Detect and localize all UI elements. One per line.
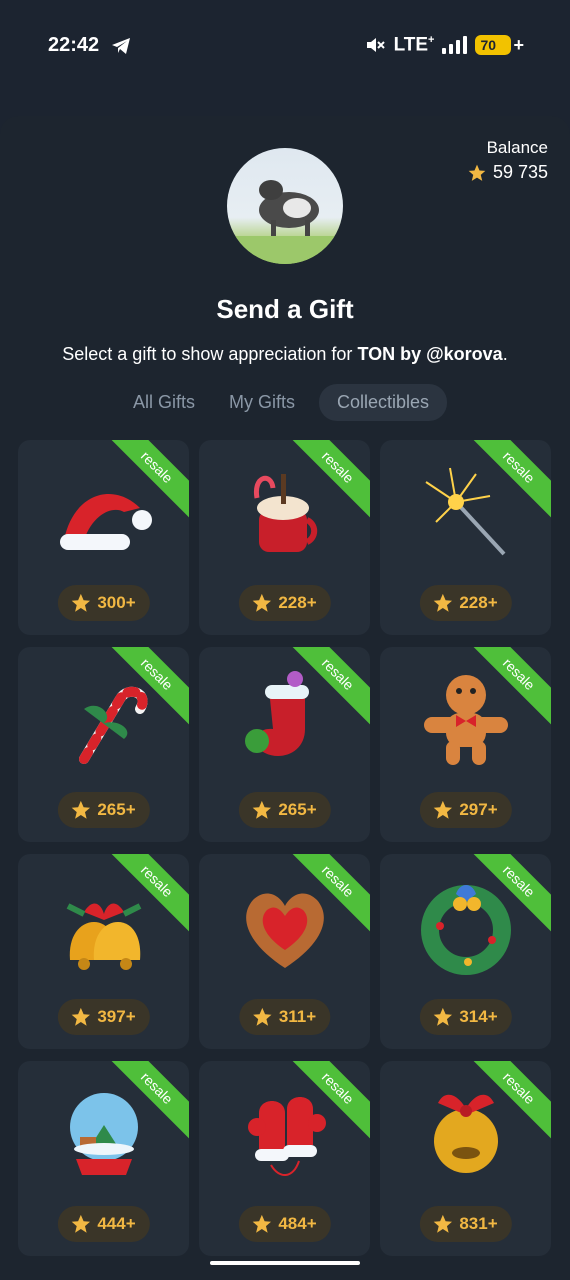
price-button[interactable]: 265+ bbox=[57, 792, 150, 828]
price-button[interactable]: 228+ bbox=[238, 585, 331, 621]
gift-card[interactable]: resale 297+ bbox=[380, 647, 551, 842]
sparkler-icon bbox=[425, 467, 506, 556]
balance-label: Balance bbox=[486, 138, 548, 157]
price-button[interactable]: 311+ bbox=[238, 999, 331, 1035]
gingerbread-man-icon bbox=[424, 675, 508, 765]
gift-card[interactable]: resale 444+ bbox=[18, 1061, 189, 1256]
star-icon bbox=[252, 1214, 271, 1233]
santa-hat-icon bbox=[60, 494, 152, 550]
network-type: LTE+ bbox=[393, 34, 435, 56]
hot-cocoa-icon bbox=[253, 474, 318, 552]
tab-collectibles[interactable]: Collectibles bbox=[318, 384, 448, 421]
battery-icon: 70 + bbox=[475, 35, 524, 56]
heart-cookie-icon bbox=[246, 893, 324, 968]
star-icon bbox=[468, 164, 486, 181]
price-value: 484+ bbox=[278, 1214, 317, 1233]
golden-bell-icon bbox=[434, 1094, 498, 1173]
telegram-icon bbox=[112, 38, 130, 54]
star-icon bbox=[252, 800, 271, 819]
subtitle: Select a gift to show appreciation for T… bbox=[62, 344, 508, 364]
price-button[interactable]: 297+ bbox=[419, 792, 512, 828]
signal-icon bbox=[442, 36, 468, 55]
star-icon bbox=[252, 593, 271, 612]
price-value: 297+ bbox=[459, 800, 498, 819]
recipient-name: TON by @korova bbox=[357, 344, 503, 364]
cow-avatar-image bbox=[227, 180, 343, 264]
gift-sheet: Balance 59 735 Send a Gift Select a gift… bbox=[0, 116, 570, 1280]
price-button[interactable]: 484+ bbox=[238, 1206, 331, 1242]
star-icon bbox=[433, 800, 452, 819]
page-title: Send a Gift bbox=[216, 294, 354, 324]
star-icon bbox=[433, 1007, 452, 1026]
gift-card[interactable]: resale 831+ bbox=[380, 1061, 551, 1256]
gift-card[interactable]: resale 228+ bbox=[380, 440, 551, 635]
star-icon bbox=[71, 800, 90, 819]
price-value: 311+ bbox=[278, 1007, 317, 1026]
gift-tabs: All Gifts My Gifts Collectibles bbox=[0, 384, 570, 421]
star-icon bbox=[71, 1214, 90, 1233]
price-value: 228+ bbox=[459, 593, 498, 612]
price-value: 831+ bbox=[459, 1214, 498, 1233]
gift-card[interactable]: resale 484+ bbox=[199, 1061, 370, 1256]
balance-value: 59 735 bbox=[467, 162, 548, 183]
christmas-stocking-icon bbox=[245, 671, 309, 756]
price-button[interactable]: 831+ bbox=[419, 1206, 512, 1242]
price-button[interactable]: 397+ bbox=[57, 999, 150, 1035]
star-icon bbox=[71, 1007, 90, 1026]
status-time: 22:42 bbox=[48, 34, 100, 56]
jingle-bells-icon bbox=[66, 903, 142, 970]
home-indicator[interactable] bbox=[210, 1261, 360, 1265]
gift-card[interactable]: resale 265+ bbox=[199, 647, 370, 842]
price-value: 265+ bbox=[97, 800, 136, 819]
star-icon bbox=[433, 1214, 452, 1233]
christmas-wreath-icon bbox=[421, 885, 511, 975]
tab-my-gifts[interactable]: My Gifts bbox=[219, 384, 305, 421]
price-value: 314+ bbox=[459, 1007, 498, 1026]
avatar[interactable] bbox=[227, 148, 343, 264]
price-value: 265+ bbox=[278, 800, 317, 819]
price-value: 300+ bbox=[97, 593, 136, 612]
price-value: 444+ bbox=[97, 1214, 136, 1233]
star-icon bbox=[71, 593, 90, 612]
price-button[interactable]: 444+ bbox=[57, 1206, 150, 1242]
gift-card[interactable]: resale 228+ bbox=[199, 440, 370, 635]
price-button[interactable]: 265+ bbox=[238, 792, 331, 828]
gift-card[interactable]: resale 314+ bbox=[380, 854, 551, 1049]
gift-grid: resale 300+ resale 228+ resale 228+ resale 265+… bbox=[18, 440, 552, 1256]
price-button[interactable]: 300+ bbox=[57, 585, 150, 621]
star-icon bbox=[433, 593, 452, 612]
mittens-icon bbox=[248, 1097, 326, 1176]
price-value: 397+ bbox=[97, 1007, 136, 1026]
gift-card[interactable]: resale 397+ bbox=[18, 854, 189, 1049]
mute-icon bbox=[366, 38, 385, 53]
snow-globe-icon bbox=[70, 1093, 138, 1175]
status-bar: 22:42 LTE+ 70 + bbox=[0, 0, 570, 90]
price-button[interactable]: 228+ bbox=[419, 585, 512, 621]
balance: Balance 59 735 bbox=[467, 138, 548, 183]
price-value: 228+ bbox=[278, 593, 317, 612]
gift-card[interactable]: resale 300+ bbox=[18, 440, 189, 635]
gift-card[interactable]: resale 265+ bbox=[18, 647, 189, 842]
candy-cane-icon bbox=[79, 686, 148, 764]
gift-card[interactable]: resale 311+ bbox=[199, 854, 370, 1049]
star-icon bbox=[252, 1007, 271, 1026]
price-button[interactable]: 314+ bbox=[419, 999, 512, 1035]
tab-all-gifts[interactable]: All Gifts bbox=[123, 384, 205, 421]
